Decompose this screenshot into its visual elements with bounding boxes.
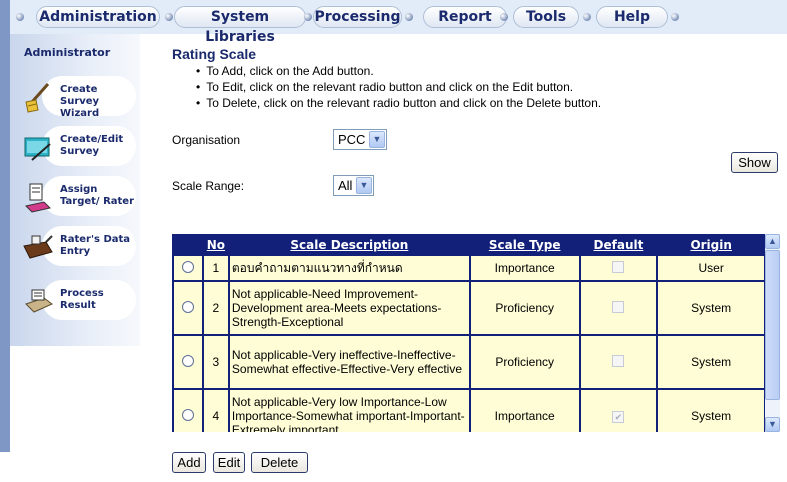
default-checkbox-checked: ✔ — [612, 411, 625, 423]
row-default-cell — [580, 256, 657, 280]
table-row: 1 ตอบคำถามตามแนวทางที่กำหนด Importance U… — [174, 256, 764, 280]
scale-range-select-value: All — [338, 178, 353, 193]
row-origin: User — [658, 256, 764, 280]
row-no: 1 — [203, 256, 228, 280]
row-select-cell — [174, 390, 202, 432]
scroll-up-icon[interactable]: ▲ — [765, 234, 780, 249]
tab-tools[interactable]: Tools — [513, 6, 579, 28]
row-default-cell — [580, 282, 657, 334]
sidebar-item-label: Rater's Data Entry — [60, 234, 131, 257]
instruction-item: To Add, click on the Add button. — [196, 63, 601, 79]
default-checkbox — [612, 260, 625, 273]
scale-range-select[interactable]: All ▼ — [333, 175, 374, 196]
row-origin: System — [658, 390, 764, 432]
edit-button[interactable]: Edit — [213, 452, 245, 473]
row-type: Importance — [470, 390, 579, 432]
tab-report[interactable]: Report — [423, 6, 507, 28]
assign-target-icon — [22, 182, 54, 214]
folder-edit-icon — [22, 132, 54, 164]
row-radio[interactable] — [181, 260, 194, 273]
default-checkbox — [612, 300, 625, 313]
sidebar-item-create-survey-wizard[interactable]: Create Survey Wizard — [10, 76, 140, 120]
rating-scale-table-container: No Scale Description Scale Type Default … — [172, 234, 766, 432]
header-no[interactable]: No — [203, 236, 228, 254]
tab-help[interactable]: Help — [596, 6, 668, 28]
row-description: Not applicable-Very ineffective-Ineffect… — [229, 336, 469, 388]
menu-separator-dot — [405, 13, 413, 21]
delete-button[interactable]: Delete — [251, 452, 308, 473]
table-row: 4 Not applicable-Very low Importance-Low… — [174, 390, 764, 432]
scale-range-label: Scale Range: — [172, 179, 245, 193]
add-button[interactable]: Add — [172, 452, 206, 473]
row-radio[interactable] — [181, 300, 194, 313]
header-default[interactable]: Default — [580, 236, 657, 254]
row-type: Proficiency — [470, 336, 579, 388]
row-select-cell — [174, 336, 202, 388]
row-description: ตอบคำถามตามแนวทางที่กำหนด — [229, 256, 469, 280]
chevron-down-icon[interactable]: ▼ — [369, 131, 385, 148]
menu-separator-dot — [304, 13, 312, 21]
table-scrollbar[interactable]: ▲ ▼ — [765, 234, 780, 432]
tab-administration[interactable]: Administration — [36, 6, 160, 28]
chevron-down-icon[interactable]: ▼ — [356, 177, 372, 194]
process-result-icon — [22, 286, 54, 318]
header-select — [174, 236, 202, 254]
default-checkbox — [612, 354, 625, 367]
tab-processing[interactable]: Processing — [313, 6, 402, 28]
sidebar-item-assign-target-rater[interactable]: Assign Target/ Rater — [10, 176, 140, 220]
instruction-item: To Delete, click on the relevant radio b… — [196, 95, 601, 111]
row-type: Importance — [470, 256, 579, 280]
row-radio[interactable] — [181, 354, 194, 367]
row-no: 3 — [203, 336, 228, 388]
row-radio[interactable] — [181, 408, 194, 421]
instruction-item: To Edit, click on the relevant radio but… — [196, 79, 601, 95]
tab-system-libraries[interactable]: System Libraries — [174, 6, 306, 45]
sidebar-title: Administrator — [24, 46, 111, 59]
menu-separator-dot — [16, 13, 24, 21]
row-description: Not applicable-Need Improvement-Developm… — [229, 282, 469, 334]
menu-separator-dot — [500, 13, 508, 21]
table-row: 2 Not applicable-Need Improvement-Develo… — [174, 282, 764, 334]
data-entry-icon — [22, 232, 54, 264]
scroll-down-icon[interactable]: ▼ — [765, 417, 780, 432]
instruction-list: To Add, click on the Add button. To Edit… — [196, 63, 601, 111]
organisation-select-value: PCC — [338, 132, 366, 147]
sidebar-item-create-edit-survey[interactable]: Create/Edit Survey — [10, 126, 140, 170]
sidebar-item-label: Create/Edit Survey — [60, 134, 124, 157]
scrollbar-thumb[interactable] — [765, 250, 780, 400]
sidebar-item-raters-data-entry[interactable]: Rater's Data Entry — [10, 226, 140, 270]
row-type: Proficiency — [470, 282, 579, 334]
wizard-broom-icon — [22, 82, 54, 114]
header-scale-description[interactable]: Scale Description — [229, 236, 469, 254]
row-origin: System — [658, 336, 764, 388]
row-origin: System — [658, 282, 764, 334]
rating-scale-table: No Scale Description Scale Type Default … — [172, 234, 766, 432]
sidebar: Administrator Create Survey Wizard Creat… — [10, 34, 140, 346]
header-origin[interactable]: Origin — [658, 236, 764, 254]
header-scale-type[interactable]: Scale Type — [470, 236, 579, 254]
left-edge-bar — [0, 0, 10, 452]
sidebar-item-label: Process Result — [60, 288, 104, 311]
organisation-label: Organisation — [172, 133, 241, 147]
row-select-cell — [174, 282, 202, 334]
row-default-cell — [580, 336, 657, 388]
sidebar-item-label: Assign Target/ Rater — [60, 184, 135, 207]
menu-separator-dot — [583, 13, 591, 21]
row-select-cell — [174, 256, 202, 280]
page-title: Rating Scale — [172, 46, 257, 62]
row-no: 2 — [203, 282, 228, 334]
organisation-select[interactable]: PCC ▼ — [333, 129, 387, 150]
table-row: 3 Not applicable-Very ineffective-Ineffe… — [174, 336, 764, 388]
table-header-row: No Scale Description Scale Type Default … — [174, 236, 764, 254]
menu-separator-dot — [671, 13, 679, 21]
top-menu-bar: Administration System Libraries Processi… — [10, 0, 787, 45]
sidebar-item-process-result[interactable]: Process Result — [10, 280, 140, 324]
menu-separator-dot — [165, 13, 173, 21]
sidebar-item-label: Create Survey Wizard — [60, 84, 100, 119]
show-button[interactable]: Show — [731, 152, 778, 173]
row-description: Not applicable-Very low Importance-Low I… — [229, 390, 469, 432]
row-no: 4 — [203, 390, 228, 432]
row-default-cell: ✔ — [580, 390, 657, 432]
